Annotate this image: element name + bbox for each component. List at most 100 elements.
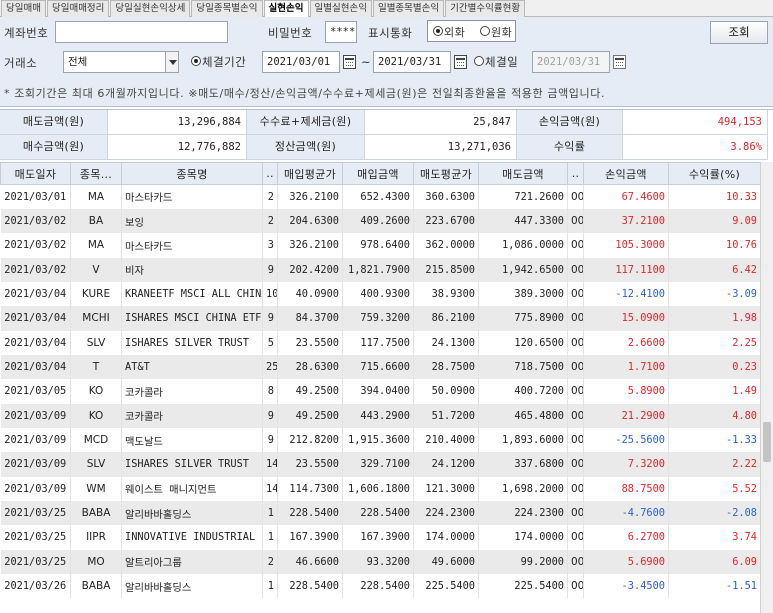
- query-button[interactable]: 조회: [710, 21, 768, 44]
- settle-amount-label: 정산금액(원): [247, 135, 365, 160]
- cell-buy-amt: 228.5400: [342, 500, 414, 526]
- calendar-from-icon[interactable]: [343, 55, 356, 69]
- cell-cur: 00: [567, 233, 584, 258]
- cell-qty: 1: [262, 500, 278, 526]
- cell-buy-amt: 759.3200: [342, 306, 414, 331]
- cell-code: BA: [70, 208, 122, 234]
- calendar-day-icon[interactable]: [613, 55, 626, 69]
- cell-buy-avg: 228.5400: [277, 500, 343, 526]
- exchange-label: 거래소: [4, 56, 38, 70]
- table-row[interactable]: 2021/03/09 SLV ISHARES SILVER TRUST 14 23.55…: [0, 452, 761, 477]
- column-header[interactable]: 매도평균가: [413, 162, 479, 185]
- tab-7[interactable]: 기간별수익률현황: [445, 0, 526, 17]
- calendar-to-icon[interactable]: [454, 55, 467, 69]
- cell-code: BABA: [70, 574, 122, 599]
- cell-qty: 9: [262, 257, 278, 282]
- cell-code: KO: [70, 403, 122, 428]
- day-input[interactable]: 2021/03/31: [532, 51, 610, 73]
- cell-date: 2021/03/09: [0, 476, 71, 501]
- scrollbar-thumb[interactable]: [763, 422, 771, 462]
- tab-4[interactable]: 실현손익: [263, 0, 309, 18]
- cell-sell-avg: 24.1200: [413, 452, 479, 477]
- column-header[interactable]: 종목...: [70, 162, 122, 185]
- tab-0[interactable]: 당일매매: [1, 0, 46, 17]
- table-row[interactable]: 2021/03/02 BA 보잉 2 204.6300 409.2600 223.6700 4…: [0, 208, 761, 234]
- cell-pl: 37.2100: [583, 208, 669, 234]
- account-input[interactable]: [55, 21, 228, 43]
- table-row[interactable]: 2021/03/02 MA 마스타카드 3 326.2100 978.6400 362.00…: [0, 233, 761, 258]
- table-row[interactable]: 2021/03/04 KURE KRANEETF MSCI ALL CHINA 10 4…: [0, 281, 761, 307]
- currency-foreign-radio[interactable]: [433, 26, 443, 36]
- cell-name: 알트리아그룹: [121, 549, 263, 574]
- table-row[interactable]: 2021/03/09 MCD 맥도날드 9 212.8200 1,915.3600 210.…: [0, 427, 761, 453]
- table-row[interactable]: 2021/03/25 BABA 알리바바홀딩스 1 228.5400 228.5400 22…: [0, 500, 761, 526]
- tab-2[interactable]: 당일실현손익상세: [110, 0, 191, 17]
- day-radio[interactable]: [474, 56, 484, 66]
- table-row[interactable]: 2021/03/04 MCHI ISHARES MSCI CHINA ETF 9 84.…: [0, 306, 761, 331]
- cell-rate: 2.22: [668, 452, 761, 477]
- table-row[interactable]: 2021/03/26 BABA 알리바바홀딩스 1 228.5400 228.5400 22…: [0, 574, 761, 599]
- currency-krw-radio[interactable]: [480, 26, 490, 36]
- table-row[interactable]: 2021/03/02 V 비자 9 202.4200 1,821.7900 215.8500…: [0, 257, 761, 282]
- cell-buy-avg: 40.0900: [277, 281, 343, 307]
- cell-buy-avg: 202.4200: [277, 257, 343, 282]
- column-header[interactable]: 매도금액: [478, 162, 568, 185]
- table-row[interactable]: 2021/03/04 T AT&T 25 28.6300 715.6600 28.7500 7…: [0, 354, 761, 380]
- cell-pl: 105.3000: [583, 233, 669, 258]
- cell-pl: 15.0900: [583, 306, 669, 331]
- table-row[interactable]: 2021/03/25 MO 알트리아그룹 2 46.6600 93.3200 49.6000…: [0, 549, 761, 574]
- table-row[interactable]: 2021/03/05 KO 코카콜라 8 49.2500 394.0400 50.0900 4…: [0, 379, 761, 404]
- cell-sell-amt: 1,942.6500: [478, 257, 568, 282]
- column-header[interactable]: 손익금액: [583, 162, 669, 185]
- table-row[interactable]: 2021/03/01 MA 마스타카드 2 326.2100 652.4300 360.63…: [0, 184, 761, 209]
- tab-3[interactable]: 당일종목별손익: [191, 0, 263, 17]
- cell-name: 마스타카드: [121, 184, 263, 209]
- cell-pl: -4.7600: [583, 500, 669, 526]
- table-row[interactable]: 2021/03/09 WM 웨이스트 매니지먼트 14 114.7300 1,606.18…: [0, 476, 761, 501]
- cell-qty: 14: [262, 452, 278, 477]
- cell-sell-amt: 400.7200: [478, 379, 568, 404]
- cell-buy-amt: 117.7500: [342, 330, 414, 355]
- cell-qty: 2: [262, 184, 278, 209]
- buy-amount-label: 매수금액(원): [0, 135, 108, 160]
- cell-date: 2021/03/01: [0, 184, 71, 209]
- column-header[interactable]: ..: [567, 162, 584, 185]
- period-radio[interactable]: [191, 56, 201, 66]
- fee-label: 수수료+제세금(원): [247, 110, 365, 135]
- cell-cur: 00: [567, 379, 584, 404]
- sell-amount-value: 13,296,884: [108, 110, 247, 135]
- cell-pl: 1.7100: [583, 354, 669, 380]
- cell-buy-avg: 49.2500: [277, 403, 343, 428]
- cell-sell-avg: 360.6300: [413, 184, 479, 209]
- date-from-input[interactable]: 2021/03/01: [262, 51, 340, 73]
- cell-rate: 10.76: [668, 233, 761, 258]
- tab-1[interactable]: 당일매매정리: [46, 0, 110, 17]
- cell-buy-amt: 329.7100: [342, 452, 414, 477]
- cell-rate: 4.80: [668, 403, 761, 428]
- cell-rate: 5.52: [668, 476, 761, 501]
- cell-sell-avg: 86.2100: [413, 306, 479, 331]
- table-row[interactable]: 2021/03/04 SLV ISHARES SILVER TRUST 5 23.550…: [0, 330, 761, 355]
- tab-5[interactable]: 일별실현손익: [309, 0, 372, 17]
- cell-code: MA: [70, 233, 122, 258]
- tab-6[interactable]: 일별종목별손익: [372, 0, 445, 17]
- exchange-select[interactable]: 전체: [63, 51, 166, 73]
- cell-buy-avg: 84.3700: [277, 306, 343, 331]
- password-input[interactable]: ****: [325, 21, 357, 43]
- exchange-dropdown-icon[interactable]: [165, 51, 179, 73]
- cell-date: 2021/03/25: [0, 500, 71, 526]
- date-to-input[interactable]: 2021/03/31: [373, 51, 451, 73]
- table-row[interactable]: 2021/03/09 KO 코카콜라 9 49.2500 443.2900 51.7200 4…: [0, 403, 761, 428]
- cell-name: ISHARES MSCI CHINA ETF: [121, 306, 263, 331]
- cell-rate: 1.98: [668, 306, 761, 331]
- column-header[interactable]: 매입금액: [342, 162, 414, 185]
- column-header[interactable]: 수익률(%): [668, 162, 761, 185]
- table-vertical-scrollbar[interactable]: [760, 162, 773, 613]
- column-header[interactable]: ..: [262, 162, 278, 185]
- return-rate-value: 3.86%: [623, 135, 768, 160]
- cell-qty: 2: [262, 208, 278, 234]
- column-header[interactable]: 종목명: [121, 162, 263, 185]
- table-row[interactable]: 2021/03/25 IIPR INNOVATIVE INDUSTRIAL P 1 16…: [0, 525, 761, 550]
- column-header[interactable]: 매입평균가: [277, 162, 343, 185]
- column-header[interactable]: 매도일자: [0, 162, 71, 185]
